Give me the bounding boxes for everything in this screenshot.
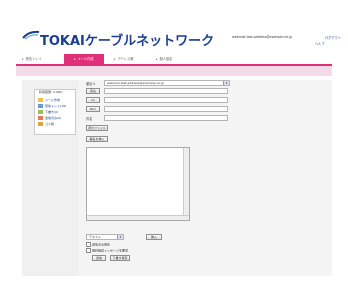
from-label: 差出人: [86, 82, 96, 86]
brand-title: TOKAIケーブルネットワーク: [40, 34, 215, 49]
tab-settings[interactable]: ▸ 個人設定: [156, 54, 172, 64]
scrollbar-horizontal[interactable]: [87, 215, 189, 220]
sidebar-item-label: 送信済み(0): [45, 116, 62, 120]
chevron-down-icon: ▾: [117, 235, 123, 239]
save-copy-option[interactable]: 送信済み保存: [86, 242, 110, 247]
receipt-option[interactable]: 開封確認メッセージを要求: [86, 248, 128, 253]
format-value: テキスト: [89, 235, 101, 239]
tab-label: 個人設定: [159, 57, 173, 61]
send-button[interactable]: 送信: [92, 255, 106, 261]
sidebar-item-label: ゴミ箱: [45, 122, 55, 126]
tab-inbox[interactable]: ▸ 受信トレイ: [22, 54, 42, 64]
tokai-logo-icon: [22, 30, 40, 40]
inbox-icon: [38, 104, 43, 108]
to-field[interactable]: [104, 88, 228, 94]
tab-label: アドレス帳: [117, 57, 134, 61]
help-link[interactable]: ヘルプ: [315, 41, 325, 46]
tab-label: 受信トレイ: [25, 57, 42, 61]
scrollbar-vertical[interactable]: [183, 148, 189, 220]
checkbox[interactable]: [86, 242, 91, 247]
cc-button[interactable]: CC: [86, 97, 100, 103]
insert-button[interactable]: 挿入: [146, 234, 162, 240]
draft-icon: [38, 110, 43, 114]
sidebar-item-compose[interactable]: メール作成: [38, 98, 60, 102]
sidebar-item-drafts[interactable]: 下書き(0): [38, 110, 58, 114]
tab-bullet-icon: ▸: [156, 57, 158, 61]
sidebar-item-trash[interactable]: ゴミ箱: [38, 122, 54, 126]
format-select[interactable]: テキスト ▾: [86, 234, 124, 240]
checkbox-label: 送信済み保存: [92, 242, 111, 247]
checkbox-label: 開封確認メッセージを要求: [92, 248, 128, 253]
sidebar-item-label: 下書き(0): [45, 110, 59, 114]
to-button[interactable]: 宛先: [86, 88, 100, 94]
from-select[interactable]: webmail-test-address@example.ne.jp ▾: [104, 80, 230, 86]
tab-addressbook[interactable]: ▸ アドレス帳: [114, 54, 134, 64]
save-draft-button[interactable]: 下書き保存: [110, 255, 130, 261]
trash-icon: [38, 122, 43, 126]
sidebar-item-inbox[interactable]: 受信トレイ(18): [38, 104, 66, 108]
logout-link[interactable]: ログアウト: [325, 35, 341, 40]
bcc-button[interactable]: BCC: [86, 106, 100, 112]
account-address: webmail-test-address@example.ne.jp: [232, 35, 293, 39]
from-value: webmail-test-address@example.ne.jp: [107, 81, 164, 85]
folder-panel: メール作成 受信トレイ(18) 下書き(0) 送信済み(0) ゴミ箱: [34, 89, 76, 135]
sent-icon: [38, 116, 43, 120]
tab-bullet-icon: ▸: [74, 57, 76, 61]
message-body[interactable]: [86, 147, 190, 221]
attach-button[interactable]: 添付ファイル: [86, 125, 108, 131]
sub-bar: [16, 66, 332, 76]
main-nav: ▸ 受信トレイ ▸ メール作成 ▸ アドレス帳 ▸ 個人設定: [16, 52, 332, 66]
tab-label: メール作成: [77, 57, 94, 61]
bcc-field[interactable]: [104, 106, 228, 112]
sidebar-item-label: メール作成: [45, 98, 61, 102]
tab-compose[interactable]: ▸ メール作成: [64, 54, 104, 64]
chevron-down-icon: ▾: [223, 81, 229, 85]
tab-bullet-icon: ▸: [22, 57, 24, 61]
tab-bullet-icon: ▸: [114, 57, 116, 61]
subject-field[interactable]: [104, 115, 228, 121]
subject-label: 件名: [86, 117, 93, 121]
checkbox[interactable]: [86, 248, 91, 253]
sidebar-item-label: 受信トレイ(18): [45, 104, 67, 108]
quota-label: 利用容量: 0.06%: [39, 90, 63, 94]
cc-field[interactable]: [104, 97, 228, 103]
pencil-icon: [38, 98, 43, 102]
signature-button[interactable]: 署名を挿入: [86, 136, 108, 142]
sidebar-item-sent[interactable]: 送信済み(0): [38, 116, 61, 120]
